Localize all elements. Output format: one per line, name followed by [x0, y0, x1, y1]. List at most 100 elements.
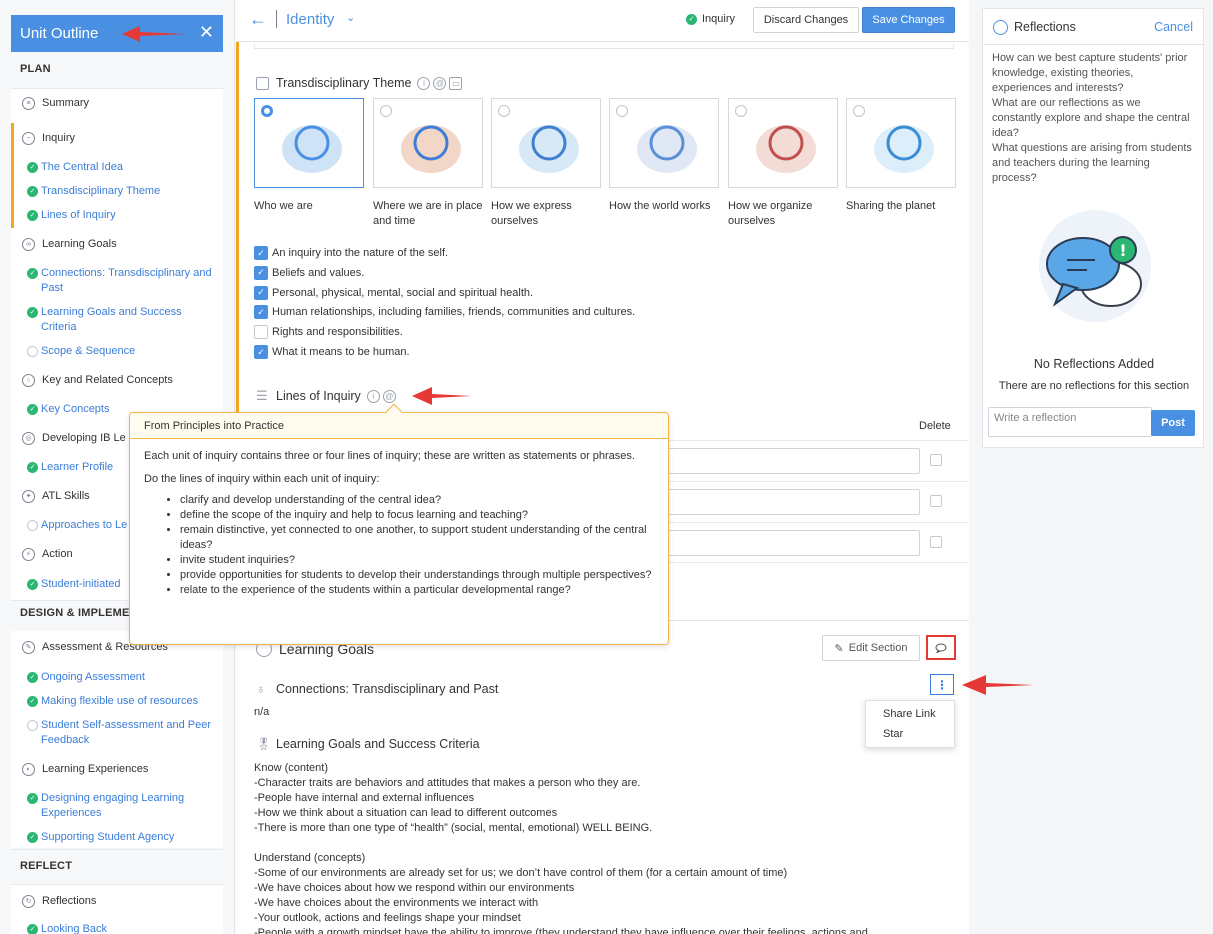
lg-body-line: -People have internal and external influ… — [254, 792, 475, 804]
lg-body-line: -Character traits are behaviors and atti… — [254, 777, 641, 789]
theme-card[interactable] — [728, 98, 838, 188]
delete-checkbox[interactable] — [930, 536, 942, 548]
lg-body-line: -There is more than one type of “health”… — [254, 822, 653, 834]
sidebar-item-learning-goals[interactable]: ∞ Learning Goals — [11, 231, 223, 257]
checkbox[interactable]: ✓ — [254, 265, 268, 280]
check-icon: ✓ — [27, 162, 38, 173]
svg-text:!: ! — [1119, 241, 1126, 260]
theme-card[interactable] — [254, 98, 364, 188]
section-reflect: REFLECT — [20, 860, 73, 872]
theme-card[interactable] — [373, 98, 483, 188]
checkbox[interactable]: ✓ — [254, 246, 268, 260]
more-options-button[interactable]: ⋮ — [930, 674, 954, 695]
discard-changes-button[interactable]: Discard Changes — [753, 7, 859, 33]
cancel-button[interactable]: Cancel — [1154, 20, 1193, 34]
sidebar-sub-lines-of-inquiry[interactable]: ✓ Lines of Inquiry — [27, 208, 217, 223]
loi-input[interactable] — [664, 448, 920, 474]
sidebar-sub-flexible[interactable]: ✓ Making flexible use of resources — [27, 694, 217, 709]
sidebar-item-key-concepts[interactable]: ○ Key and Related Concepts — [11, 367, 223, 393]
reflections-title: Reflections — [1014, 20, 1076, 34]
sidebar-item-inquiry[interactable]: ~ Inquiry — [14, 125, 223, 151]
list-icon: ☰ — [256, 388, 268, 403]
checkbox-label: Personal, physical, mental, social and s… — [272, 286, 534, 299]
info-icon[interactable]: i — [417, 76, 431, 90]
theme-card[interactable] — [609, 98, 719, 188]
edit-section-button[interactable]: ✎ Edit Section — [822, 635, 920, 661]
check-icon: ✓ — [27, 579, 38, 590]
delete-checkbox[interactable] — [930, 495, 942, 507]
radio-button[interactable] — [498, 105, 510, 117]
theme-check-row[interactable]: Rights and responsibilities. — [254, 325, 403, 340]
loi-input[interactable] — [664, 489, 920, 515]
checkbox[interactable]: ✓ — [254, 345, 268, 359]
sidebar-sub-supporting[interactable]: ✓ Supporting Student Agency — [27, 830, 217, 845]
summary-icon: ≡ — [22, 96, 35, 110]
theme-check-row[interactable]: ✓ An inquiry into the nature of the self. — [254, 246, 448, 260]
post-button[interactable]: Post — [1151, 410, 1195, 436]
radio-button[interactable] — [261, 105, 273, 117]
sidebar-item-learning-exp[interactable]: ◐ Learning Experiences — [11, 756, 223, 782]
theme-check-row[interactable]: ✓ Personal, physical, mental, social and … — [254, 285, 534, 300]
unit-title[interactable]: Identity — [286, 11, 334, 28]
chevron-down-icon[interactable]: ⌄ — [346, 11, 355, 24]
sidebar-sub-central-idea[interactable]: ✓ The Central Idea — [27, 160, 217, 175]
radio-button[interactable] — [735, 105, 747, 117]
annotation-arrow-icon — [122, 26, 186, 42]
checkbox-label: Human relationships, including families,… — [272, 306, 636, 319]
sidebar-sub-scope[interactable]: Scope & Sequence — [27, 344, 217, 359]
fingerprint-icon[interactable]: @ — [433, 76, 447, 90]
bulb-icon: ○ — [22, 373, 35, 387]
theme-illustration-icon — [874, 125, 934, 173]
theme-card-label: Where we are in place and time — [373, 200, 483, 227]
tooltip-paragraph: Each unit of inquiry contains three or f… — [144, 450, 635, 462]
theme-card-label: How we organize ourselves — [728, 200, 813, 227]
loi-input[interactable] — [664, 530, 920, 556]
check-icon: ✓ — [27, 672, 38, 683]
annotation-arrow-icon — [962, 675, 1034, 695]
lg-body-line: Know (content) — [254, 762, 328, 774]
tooltip-paragraph: Do the lines of inquiry within each unit… — [144, 473, 380, 485]
lg-body-line: Understand (concepts) — [254, 852, 366, 864]
radio-button[interactable] — [380, 105, 392, 117]
back-arrow-icon[interactable]: ← — [249, 9, 267, 30]
sidebar-item-reflections[interactable]: ↻ Reflections — [11, 888, 223, 914]
theme-check-row[interactable]: ✓ Beliefs and values. — [254, 265, 365, 280]
checkbox[interactable]: ✓ — [254, 305, 268, 320]
sidebar-sub-lg-success[interactable]: ✓ Learning Goals and Success Criteria — [27, 305, 217, 335]
sidebar-sub-self-assessment[interactable]: Student Self-assessment and Peer Feedbac… — [27, 718, 217, 748]
sidebar-item-summary[interactable]: ≡ Summary — [11, 90, 223, 116]
menu-item-share-link[interactable]: Share Link — [883, 708, 936, 720]
close-icon[interactable]: ✕ — [199, 22, 214, 42]
lg-success-title: 🎖 Learning Goals and Success Criteria — [256, 737, 480, 751]
sidebar-sub-designing[interactable]: ✓ Designing engaging Learning Experiences — [27, 791, 217, 821]
connections-value: n/a — [254, 706, 270, 718]
menu-item-star[interactable]: Star — [883, 728, 903, 740]
sidebar-sub-looking-back[interactable]: ✓ Looking Back — [27, 922, 217, 934]
delete-checkbox[interactable] — [930, 454, 942, 466]
reflections-card: Reflections Cancel How can we best captu… — [982, 8, 1204, 448]
theme-illustration-icon — [401, 125, 461, 173]
theme-card[interactable] — [491, 98, 601, 188]
checkbox[interactable]: ✓ — [254, 285, 268, 300]
fingerprint-icon[interactable]: @ — [382, 389, 396, 403]
sidebar-sub-ongoing[interactable]: ✓ Ongoing Assessment — [27, 670, 217, 685]
theme-check-row[interactable]: ✓ Human relationships, including families… — [254, 305, 636, 320]
info-icon[interactable]: i — [366, 389, 380, 403]
checkbox-label: Beliefs and values. — [272, 266, 365, 279]
sidebar-sub-connections[interactable]: ✓ Connections: Transdisciplinary and Past — [27, 266, 217, 296]
checkbox[interactable] — [254, 325, 268, 340]
theme-card[interactable] — [846, 98, 956, 188]
save-changes-button[interactable]: Save Changes — [862, 7, 955, 33]
radio-button[interactable] — [616, 105, 628, 117]
briefcase-icon[interactable]: ▭ — [449, 76, 463, 90]
tooltip-header: From Principles into Practice — [130, 413, 668, 439]
theme-check-row[interactable]: ✓ What it means to be human. — [254, 345, 410, 359]
reflection-input[interactable]: Write a reflection — [988, 407, 1152, 437]
empty-check-icon — [27, 520, 38, 531]
comment-button[interactable] — [926, 635, 956, 660]
radio-button[interactable] — [853, 105, 865, 117]
sidebar-sub-trans-theme[interactable]: ✓ Transdisciplinary Theme — [27, 184, 217, 199]
check-icon: ✓ — [27, 696, 38, 707]
delete-column-header: Delete — [919, 420, 951, 432]
tooltip-bullet: invite student inquiries? — [180, 553, 654, 568]
